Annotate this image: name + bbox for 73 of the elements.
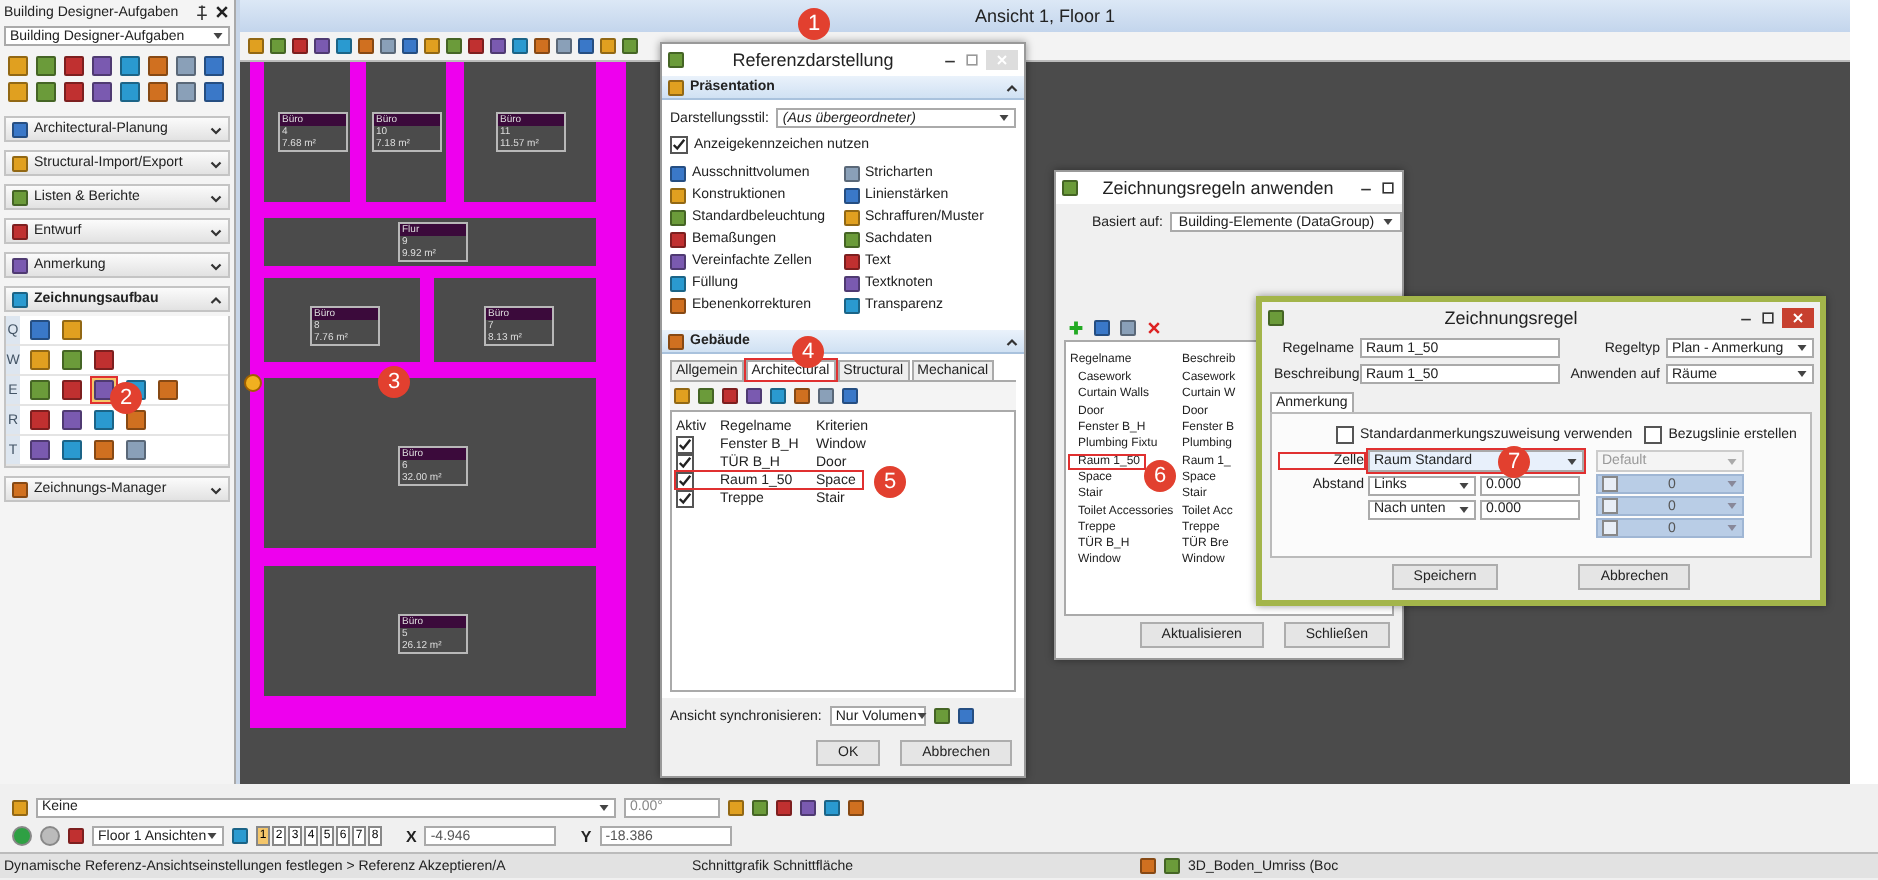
coordinate-label: Y <box>580 827 592 845</box>
maximize-icon[interactable] <box>1760 310 1776 326</box>
tool-button[interactable] <box>124 438 148 462</box>
chevron-icon <box>210 191 222 203</box>
back-icon[interactable] <box>12 826 32 846</box>
tool-button[interactable] <box>92 348 116 372</box>
forward-icon[interactable] <box>40 826 60 846</box>
chevron-icon <box>210 259 222 271</box>
pin-icon[interactable] <box>194 4 210 20</box>
tool-button[interactable] <box>60 408 84 432</box>
section-icon <box>12 291 28 307</box>
chevron-icon <box>210 293 222 305</box>
tool-button[interactable] <box>92 378 116 402</box>
chevron-icon <box>210 483 222 495</box>
caret-icon <box>1796 342 1808 354</box>
section-icon <box>12 189 28 205</box>
maximize-icon[interactable] <box>1380 180 1396 196</box>
app-icon <box>1268 310 1284 326</box>
window-title: Ansicht 1, Floor 1 <box>974 6 1116 26</box>
square-icon <box>1602 498 1618 514</box>
tool-button[interactable] <box>28 348 52 372</box>
square-icon <box>1602 520 1618 536</box>
tool-button[interactable] <box>60 378 84 402</box>
section-icon <box>12 257 28 273</box>
tool-button[interactable] <box>60 438 84 462</box>
section-icon <box>12 223 28 239</box>
delete-icon[interactable] <box>1146 320 1162 336</box>
section-icon <box>12 481 28 497</box>
chevron-icon <box>210 157 222 169</box>
dialog-title: Zeichnungsregeln anwenden <box>1100 178 1336 198</box>
marker-icon[interactable] <box>244 374 262 392</box>
tool-button[interactable] <box>92 438 116 462</box>
section-icon <box>668 79 684 95</box>
caret-icon <box>916 710 929 722</box>
tool-button[interactable] <box>28 408 52 432</box>
checkbox[interactable] <box>670 136 688 154</box>
caret-icon <box>598 801 610 813</box>
dialog-title: Zeichnungsregel <box>1442 308 1580 328</box>
checkbox[interactable] <box>676 490 694 508</box>
caret-icon <box>206 830 219 842</box>
square-icon <box>1602 476 1618 492</box>
tool-button[interactable] <box>156 378 180 402</box>
checkbox[interactable] <box>1644 426 1663 444</box>
close-icon[interactable] <box>214 4 230 20</box>
dialog-title: Referenzdarstellung <box>730 50 896 70</box>
caret-icon <box>1796 368 1808 380</box>
tool-button[interactable] <box>28 438 52 462</box>
app-icon <box>1062 180 1078 196</box>
caret-icon <box>998 112 1010 124</box>
add-icon[interactable] <box>1068 320 1084 336</box>
chevron-icon <box>210 225 222 237</box>
checkbox[interactable] <box>676 436 694 454</box>
tool-button[interactable] <box>92 408 116 432</box>
app-icon <box>668 52 684 68</box>
chevron-icon <box>210 123 222 135</box>
tool-button[interactable] <box>60 318 84 342</box>
section-icon <box>12 121 28 137</box>
tool-button[interactable] <box>28 378 52 402</box>
status-icon <box>1140 858 1156 874</box>
tool-button[interactable] <box>124 408 148 432</box>
chevron-icon <box>1006 335 1018 347</box>
caret-icon <box>1566 455 1578 467</box>
caret-icon <box>1382 216 1395 228</box>
chevron-icon <box>1006 81 1018 93</box>
coordinate-label: X <box>406 827 417 845</box>
section-icon <box>668 333 684 349</box>
section-icon <box>12 155 28 171</box>
tool-button[interactable] <box>60 348 84 372</box>
checkbox[interactable] <box>676 472 694 490</box>
tool-button[interactable] <box>28 318 52 342</box>
toolbar-icon[interactable] <box>12 799 28 815</box>
caret-icon <box>212 30 224 42</box>
checkbox[interactable] <box>1336 426 1354 444</box>
